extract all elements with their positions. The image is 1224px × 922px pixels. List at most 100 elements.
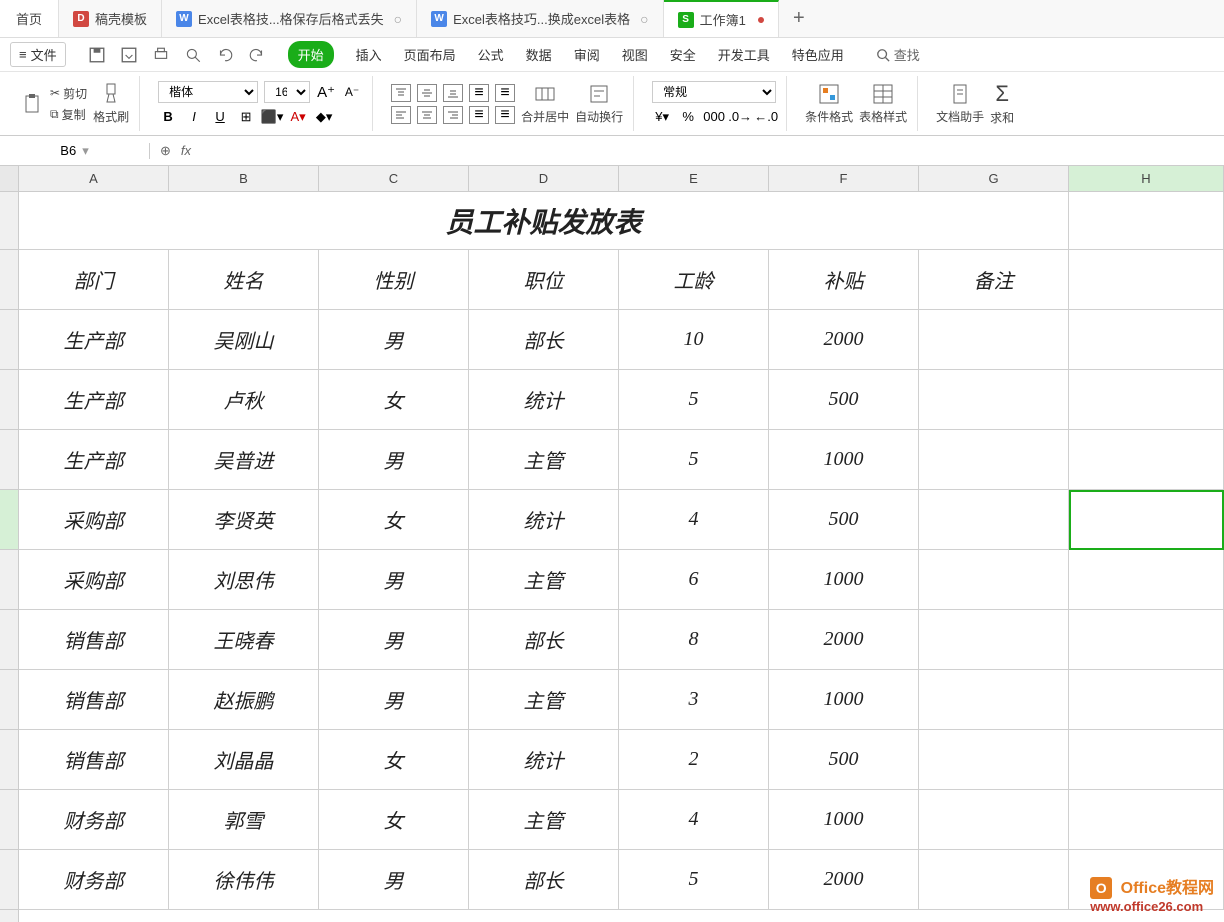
align-center-button[interactable]	[417, 106, 437, 124]
copy-button[interactable]: ⧉复制	[50, 106, 87, 123]
save-icon[interactable]	[88, 46, 106, 64]
menu-view[interactable]: 视图	[622, 45, 648, 64]
data-cell[interactable]	[1069, 370, 1224, 430]
data-cell[interactable]: 女	[319, 730, 469, 790]
data-cell[interactable]: 吴刚山	[169, 310, 319, 370]
data-cell[interactable]: 2000	[769, 850, 919, 910]
header-cell[interactable]: 备注	[919, 250, 1069, 310]
align-right-button[interactable]	[443, 106, 463, 124]
close-icon[interactable]: ○	[394, 11, 402, 27]
tab-doc-2[interactable]: W Excel表格技...格保存后格式丢失 ○	[162, 0, 417, 37]
header-cell[interactable]: 部门	[19, 250, 169, 310]
data-cell[interactable]: 男	[319, 850, 469, 910]
menu-dev[interactable]: 开发工具	[718, 45, 770, 64]
col-header-H[interactable]: H	[1069, 166, 1224, 191]
search-button[interactable]: 查找	[876, 45, 920, 64]
print-preview-icon[interactable]	[184, 46, 202, 64]
data-cell[interactable]: 生产部	[19, 430, 169, 490]
align-left-button[interactable]	[391, 106, 411, 124]
number-format-select[interactable]: 常规	[652, 81, 776, 103]
align-distribute-button[interactable]: ≡	[495, 106, 515, 124]
doc-help-button[interactable]: 文档助手	[936, 82, 984, 125]
data-cell[interactable]: 男	[319, 610, 469, 670]
col-header-F[interactable]: F	[769, 166, 919, 191]
merge-button[interactable]: 合并居中	[521, 82, 569, 125]
data-cell[interactable]: 3	[619, 670, 769, 730]
underline-button[interactable]: U	[210, 107, 230, 127]
tab-add-button[interactable]: +	[779, 7, 819, 30]
header-cell[interactable]: 性别	[319, 250, 469, 310]
tab-templates[interactable]: D 稿壳模板	[59, 0, 162, 37]
data-cell[interactable]	[1069, 490, 1224, 550]
data-cell[interactable]: 1000	[769, 550, 919, 610]
header-cell[interactable]: 补贴	[769, 250, 919, 310]
currency-button[interactable]: ¥▾	[652, 107, 672, 127]
save-as-icon[interactable]	[120, 46, 138, 64]
data-cell[interactable]: 生产部	[19, 370, 169, 430]
cond-format-button[interactable]: 条件格式	[805, 82, 853, 125]
data-cell[interactable]: 主管	[469, 790, 619, 850]
data-cell[interactable]	[919, 490, 1069, 550]
row-header-11[interactable]	[0, 790, 18, 850]
cell-H1[interactable]	[1069, 192, 1224, 250]
header-cell[interactable]: 职位	[469, 250, 619, 310]
data-cell[interactable]: 生产部	[19, 310, 169, 370]
data-cell[interactable]: 2000	[769, 610, 919, 670]
data-cell[interactable]: 500	[769, 370, 919, 430]
data-cell[interactable]: 采购部	[19, 490, 169, 550]
print-icon[interactable]	[152, 46, 170, 64]
data-cell[interactable]: 1000	[769, 790, 919, 850]
data-cell[interactable]: 刘晶晶	[169, 730, 319, 790]
comma-button[interactable]: 000	[704, 107, 724, 127]
menu-special[interactable]: 特色应用	[792, 45, 844, 64]
data-cell[interactable]: 8	[619, 610, 769, 670]
menu-data[interactable]: 数据	[526, 45, 552, 64]
data-cell[interactable]: 500	[769, 730, 919, 790]
sum-button[interactable]: Σ 求和	[990, 81, 1014, 126]
data-cell[interactable]: 1000	[769, 430, 919, 490]
row-header-12[interactable]	[0, 850, 18, 910]
data-cell[interactable]: 女	[319, 370, 469, 430]
data-cell[interactable]: 统计	[469, 370, 619, 430]
data-cell[interactable]	[919, 670, 1069, 730]
tab-workbook[interactable]: S 工作簿1	[664, 0, 779, 37]
tab-home[interactable]: 首页	[0, 0, 59, 37]
data-cell[interactable]	[919, 550, 1069, 610]
align-top-button[interactable]	[391, 84, 411, 102]
undo-icon[interactable]	[216, 46, 234, 64]
tab-doc-3[interactable]: W Excel表格技巧...换成excel表格 ○	[417, 0, 663, 37]
data-cell[interactable]	[1069, 550, 1224, 610]
row-header-2[interactable]	[0, 250, 18, 310]
data-cell[interactable]	[1069, 790, 1224, 850]
percent-button[interactable]: %	[678, 107, 698, 127]
data-cell[interactable]	[919, 430, 1069, 490]
data-cell[interactable]: 部长	[469, 310, 619, 370]
data-cell[interactable]	[919, 850, 1069, 910]
fill-color-button[interactable]: ⬛▾	[262, 107, 282, 127]
menu-insert[interactable]: 插入	[356, 45, 382, 64]
cells-area[interactable]: 员工补贴发放表部门姓名性别职位工龄补贴备注生产部吴刚山男部长102000生产部卢…	[19, 192, 1224, 922]
menu-page-layout[interactable]: 页面布局	[404, 45, 456, 64]
data-cell[interactable]	[919, 370, 1069, 430]
format-painter-button[interactable]: 格式刷	[93, 82, 129, 125]
menu-start[interactable]: 开始	[288, 41, 334, 68]
close-icon[interactable]: ○	[640, 11, 648, 27]
data-cell[interactable]: 销售部	[19, 730, 169, 790]
col-header-C[interactable]: C	[319, 166, 469, 191]
row-header-9[interactable]	[0, 670, 18, 730]
align-middle-button[interactable]	[417, 84, 437, 102]
menu-security[interactable]: 安全	[670, 45, 696, 64]
data-cell[interactable]	[919, 790, 1069, 850]
font-name-select[interactable]: 楷体	[158, 81, 258, 103]
select-all-corner[interactable]	[0, 166, 19, 191]
wrap-button[interactable]: 自动换行	[575, 82, 623, 125]
border-button[interactable]: ⊞	[236, 107, 256, 127]
data-cell[interactable]: 卢秋	[169, 370, 319, 430]
row-header-3[interactable]	[0, 310, 18, 370]
data-cell[interactable]: 男	[319, 550, 469, 610]
row-header-8[interactable]	[0, 610, 18, 670]
data-cell[interactable]: 女	[319, 490, 469, 550]
paste-button[interactable]	[20, 92, 44, 116]
cell[interactable]	[1069, 250, 1224, 310]
data-cell[interactable]: 女	[319, 790, 469, 850]
